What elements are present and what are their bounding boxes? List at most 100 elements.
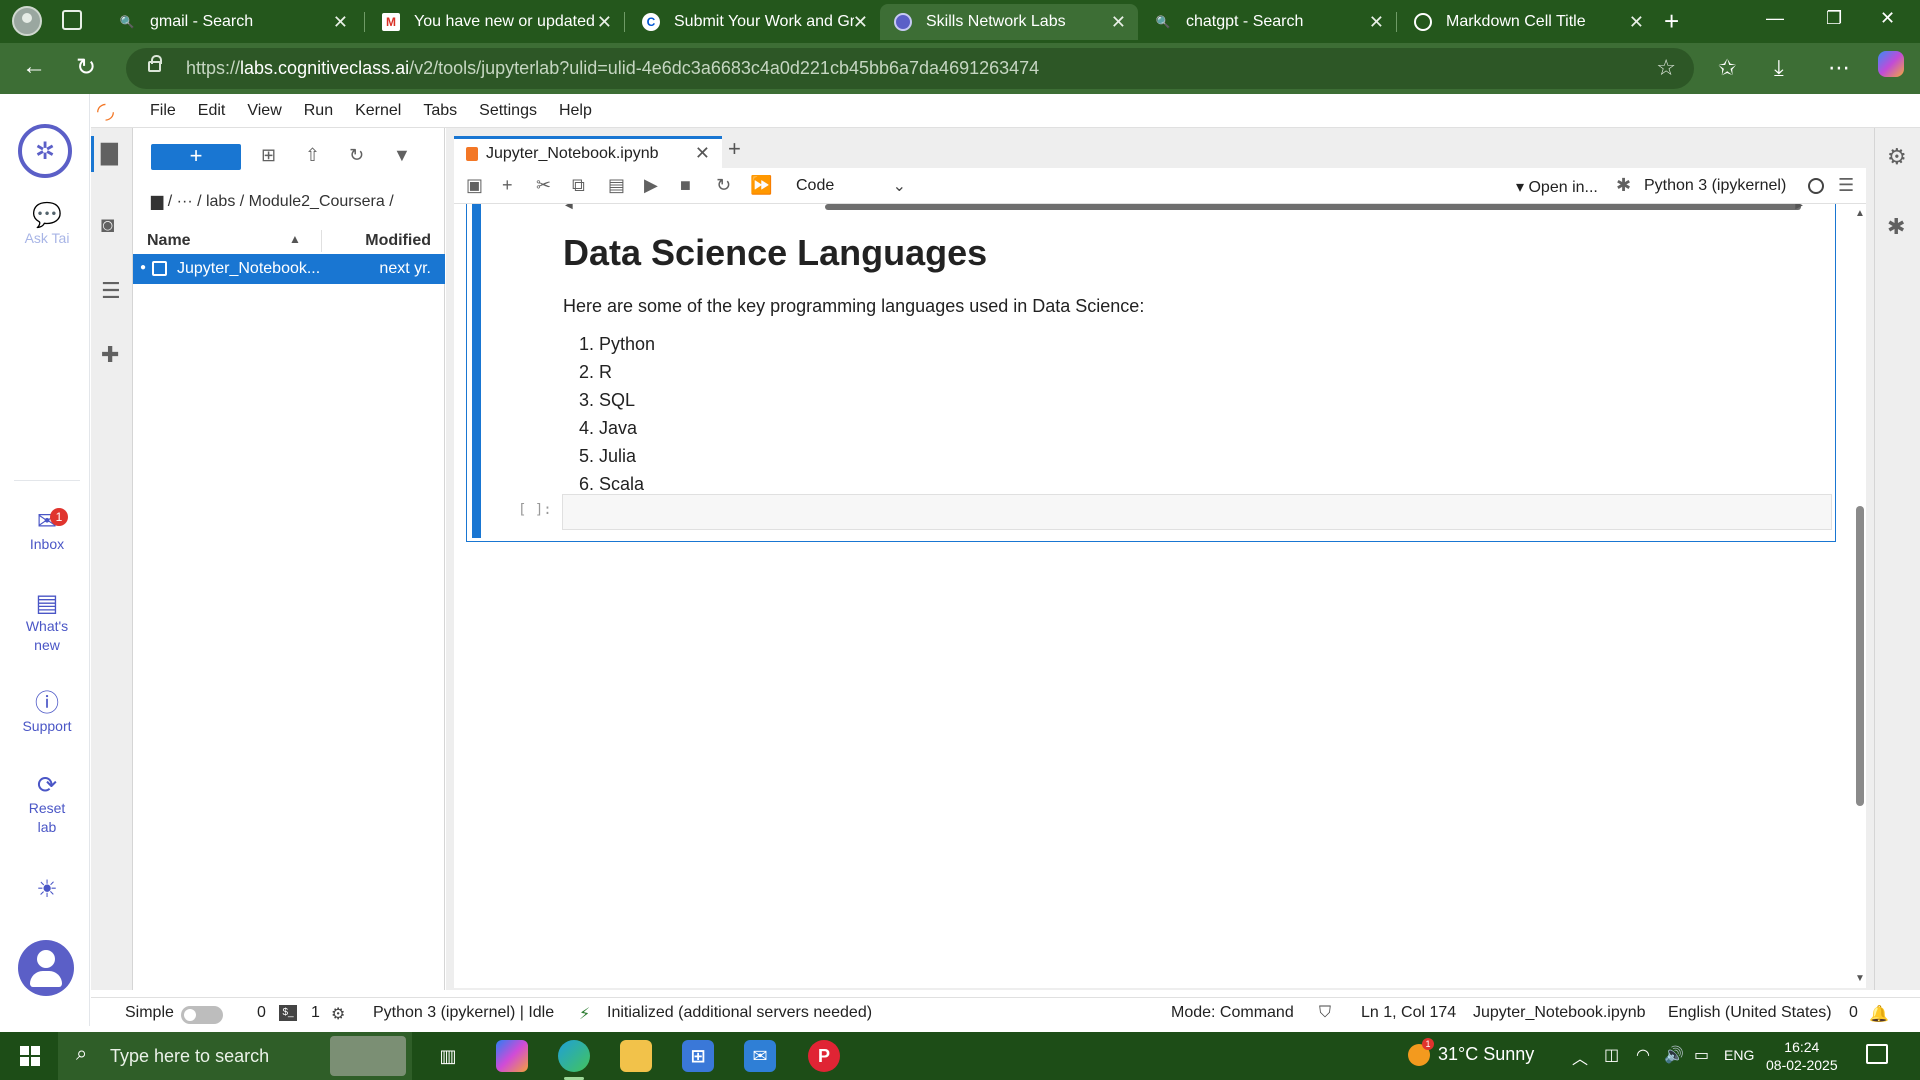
code-cell-input[interactable] (562, 494, 1832, 530)
vertical-scrollbar[interactable]: ▲ ▼ (1854, 204, 1866, 988)
folder-icon[interactable]: ▇ (101, 140, 118, 166)
weather-widget[interactable]: 1 31°C Sunny (1408, 1038, 1534, 1067)
sort-ascending-icon[interactable]: ▲ (289, 232, 301, 246)
vertical-scroll-thumb[interactable] (1856, 506, 1864, 806)
user-avatar-icon[interactable] (18, 940, 74, 996)
menu-tabs[interactable]: Tabs (412, 102, 468, 120)
close-tab-icon[interactable]: ✕ (853, 12, 868, 33)
browser-tab-skills-network[interactable]: Skills Network Labs ✕ (880, 4, 1138, 40)
scroll-left-icon[interactable]: ◀ (565, 204, 573, 211)
notification-center-icon[interactable] (1866, 1044, 1888, 1064)
copilot-taskbar-icon[interactable] (496, 1040, 528, 1072)
input-language[interactable]: ENG (1724, 1047, 1754, 1063)
menu-hamburger-icon[interactable]: ☰ (1838, 175, 1854, 196)
minimize-window-icon[interactable]: — (1766, 8, 1784, 29)
browser-tab-chatgpt-search[interactable]: 🔍 chatgpt - Search ✕ (1140, 4, 1396, 40)
menu-run[interactable]: Run (293, 102, 344, 120)
address-bar[interactable]: https://labs.cognitiveclass.ai/v2/tools/… (126, 48, 1694, 89)
mail-icon[interactable]: ✉ (744, 1040, 776, 1072)
restore-window-icon[interactable]: ❐ (1826, 8, 1842, 29)
notebook-document-tab[interactable]: Jupyter_Notebook.ipynb ✕ (454, 136, 722, 168)
skills-network-logo-icon[interactable]: ✲ (18, 124, 72, 178)
horizontal-scrollbar[interactable]: ◀ ▶ (565, 204, 1803, 211)
filter-icon[interactable]: ▼ (393, 145, 411, 166)
edge-browser-icon[interactable] (558, 1040, 590, 1080)
column-name-header[interactable]: Name (147, 232, 191, 250)
close-tab-icon[interactable]: ✕ (1111, 12, 1126, 33)
meet-now-icon[interactable]: ◫ (1604, 1045, 1619, 1065)
open-in-dropdown[interactable]: ▾ Open in... (1516, 177, 1598, 197)
browser-tab-gmail[interactable]: M You have new or updated g ✕ (368, 4, 624, 40)
cursor-position[interactable]: Ln 1, Col 174 (1361, 1004, 1456, 1022)
kernel-status-text[interactable]: Python 3 (ipykernel) | Idle (373, 1004, 554, 1022)
system-clock[interactable]: 16:24 08-02-2025 (1766, 1038, 1838, 1074)
browser-tab-gmail-search[interactable]: 🔍 gmail - Search ✕ (104, 4, 360, 40)
copilot-icon[interactable] (1878, 51, 1904, 77)
column-divider[interactable] (321, 230, 322, 252)
more-options-icon[interactable]: ⋯ (1828, 55, 1850, 81)
folder-icon[interactable]: ▆ (151, 193, 163, 210)
run-cell-icon[interactable]: ▶ (644, 175, 658, 196)
downloads-icon[interactable]: ⤓ (1774, 55, 1784, 81)
chevron-up-icon[interactable]: ︿ (1572, 1045, 1588, 1069)
close-tab-icon[interactable]: ✕ (695, 143, 710, 164)
horizontal-scroll-thumb[interactable] (825, 204, 1801, 210)
close-tab-icon[interactable]: ✕ (1629, 12, 1644, 33)
menu-kernel[interactable]: Kernel (344, 102, 412, 120)
property-inspector-gears-icon[interactable]: ⚙ (1887, 144, 1907, 170)
tab-actions-icon[interactable] (62, 10, 82, 30)
lsp-plug-icon[interactable]: ⚡ (579, 1004, 590, 1024)
terminal-icon[interactable]: $_ (279, 1005, 297, 1021)
copy-icon[interactable]: ⧉ (572, 175, 585, 196)
microsoft-store-icon[interactable]: ⊞ (682, 1040, 714, 1072)
simple-mode-toggle[interactable] (181, 1006, 223, 1024)
reset-lab-button[interactable]: ⟳ Reset lab (4, 774, 90, 837)
add-launcher-tab-button[interactable]: + (728, 136, 741, 162)
url-text[interactable]: https://labs.cognitiveclass.ai/v2/tools/… (186, 58, 1039, 79)
running-sessions-icon[interactable]: ◙ (101, 212, 114, 238)
ask-tai-button[interactable]: 💬 Ask Tai (4, 204, 90, 248)
scroll-right-icon[interactable]: ▶ (1795, 204, 1803, 211)
terminal-count[interactable]: 0 (257, 1004, 266, 1022)
column-modified-header[interactable]: Modified (365, 232, 431, 250)
trusted-shield-icon[interactable]: ⛉ (1319, 1004, 1331, 1022)
cell-type-dropdown[interactable]: Code ⌄ (796, 177, 906, 195)
lock-icon[interactable] (148, 55, 162, 72)
close-tab-icon[interactable]: ✕ (597, 12, 612, 33)
menu-view[interactable]: View (236, 102, 292, 120)
close-tab-icon[interactable]: ✕ (333, 12, 348, 33)
search-highlight-image[interactable] (330, 1036, 406, 1076)
scroll-down-icon[interactable]: ▼ (1855, 973, 1865, 984)
file-list-item[interactable]: ● Jupyter_Notebook... next yr. (133, 254, 445, 284)
refresh-icon[interactable]: ↻ (76, 53, 96, 82)
new-folder-icon[interactable]: ⊞ (261, 145, 276, 166)
close-tab-icon[interactable]: ✕ (1369, 12, 1384, 33)
favorite-star-icon[interactable]: ☆ (1656, 55, 1676, 81)
windows-start-icon[interactable] (20, 1046, 40, 1066)
profile-avatar-icon[interactable] (12, 6, 42, 36)
breadcrumb[interactable]: ▆ / ··· / labs / Module2_Coursera / (151, 191, 394, 211)
battery-icon[interactable]: ▭ (1694, 1045, 1709, 1065)
paste-icon[interactable]: ▤ (608, 175, 625, 196)
save-icon[interactable]: ▣ (466, 175, 483, 196)
support-button[interactable]: ⓘ Support (4, 692, 90, 736)
taskbar-search-box[interactable]: ⌕ Type here to search (58, 1032, 412, 1080)
kernel-count[interactable]: 1 (311, 1004, 320, 1022)
menu-help[interactable]: Help (548, 102, 603, 120)
browser-tab-coursera[interactable]: C Submit Your Work and Grad ✕ (628, 4, 880, 40)
kernel-gear-icon[interactable]: ⚙ (331, 1004, 345, 1024)
notification-bell-icon[interactable]: 🔔 (1869, 1004, 1889, 1024)
markdown-cell[interactable]: ◀ ▶ Data Science Languages Here are some… (466, 204, 1836, 542)
cell-collapser[interactable] (472, 204, 481, 538)
volume-icon[interactable]: 🔊 (1664, 1045, 1684, 1065)
browser-tab-markdown-cell-title[interactable]: Markdown Cell Title ✕ (1400, 4, 1656, 40)
menu-file[interactable]: File (139, 102, 187, 120)
notification-count[interactable]: 0 (1849, 1004, 1858, 1022)
inbox-button[interactable]: ✉ 1 Inbox (4, 508, 90, 554)
interrupt-kernel-icon[interactable]: ■ (680, 175, 691, 196)
scroll-up-icon[interactable]: ▲ (1855, 208, 1865, 219)
menu-edit[interactable]: Edit (187, 102, 237, 120)
cut-icon[interactable]: ✂ (536, 175, 551, 196)
language-selector[interactable]: English (United States) (1668, 1004, 1832, 1022)
wifi-icon[interactable]: ◠ (1636, 1045, 1650, 1065)
